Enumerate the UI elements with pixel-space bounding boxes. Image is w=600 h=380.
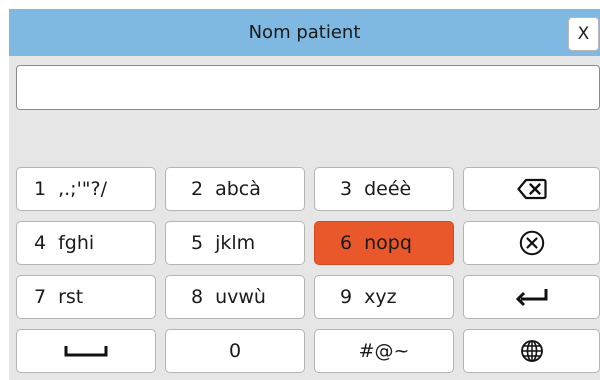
key-1[interactable]: 1 ,.;'"?/ <box>16 167 156 211</box>
key-6[interactable]: 6 nopq <box>314 221 454 265</box>
dialog-title: Nom patient <box>248 22 361 43</box>
symbols-key-label: #@~ <box>358 340 410 362</box>
key-1-number: 1 <box>34 178 47 200</box>
key-3-number: 3 <box>340 178 353 200</box>
key-4[interactable]: 4 fghi <box>16 221 156 265</box>
key-8-chars: uvwù <box>215 286 266 308</box>
key-5-chars: jklm <box>215 232 256 254</box>
space-key[interactable] <box>16 329 156 373</box>
key-5[interactable]: 5 jklm <box>165 221 305 265</box>
symbols-key[interactable]: #@~ <box>314 329 454 373</box>
language-key[interactable] <box>463 329 600 373</box>
key-6-chars: nopq <box>364 232 412 254</box>
key-4-chars: fghi <box>58 232 95 254</box>
key-0-number: 0 <box>228 340 242 362</box>
globe-icon <box>520 340 543 362</box>
key-9-chars: xyz <box>364 286 397 308</box>
key-2-chars: abcà <box>215 178 261 200</box>
keyboard-dialog: Nom patient X 1 ,.;'"?/ 2 abcà 3 deéè 4 fghi… <box>9 9 600 380</box>
key-2-number: 2 <box>191 178 204 200</box>
key-8-number: 8 <box>191 286 204 308</box>
clear-circle-icon <box>519 230 544 256</box>
key-9[interactable]: 9 xyz <box>314 275 454 319</box>
space-icon <box>64 346 108 357</box>
close-button[interactable]: X <box>568 17 599 51</box>
key-9-number: 9 <box>340 286 353 308</box>
key-4-number: 4 <box>34 232 47 254</box>
enter-icon <box>515 289 547 307</box>
key-8[interactable]: 8 uvwù <box>165 275 305 319</box>
key-7-number: 7 <box>34 286 47 308</box>
key-7-chars: rst <box>58 286 84 308</box>
title-bar: Nom patient X <box>9 9 600 56</box>
key-1-chars: ,.;'"?/ <box>58 178 108 200</box>
enter-key[interactable] <box>463 275 600 319</box>
key-5-number: 5 <box>191 232 204 254</box>
key-7[interactable]: 7 rst <box>16 275 156 319</box>
key-3-chars: deéè <box>364 178 412 200</box>
clear-key[interactable] <box>463 221 600 265</box>
backspace-icon <box>516 178 547 200</box>
key-0[interactable]: 0 <box>165 329 305 373</box>
key-2[interactable]: 2 abcà <box>165 167 305 211</box>
key-6-number: 6 <box>340 232 353 254</box>
key-3[interactable]: 3 deéè <box>314 167 454 211</box>
backspace-key[interactable] <box>463 167 600 211</box>
patient-name-input[interactable] <box>16 65 600 110</box>
